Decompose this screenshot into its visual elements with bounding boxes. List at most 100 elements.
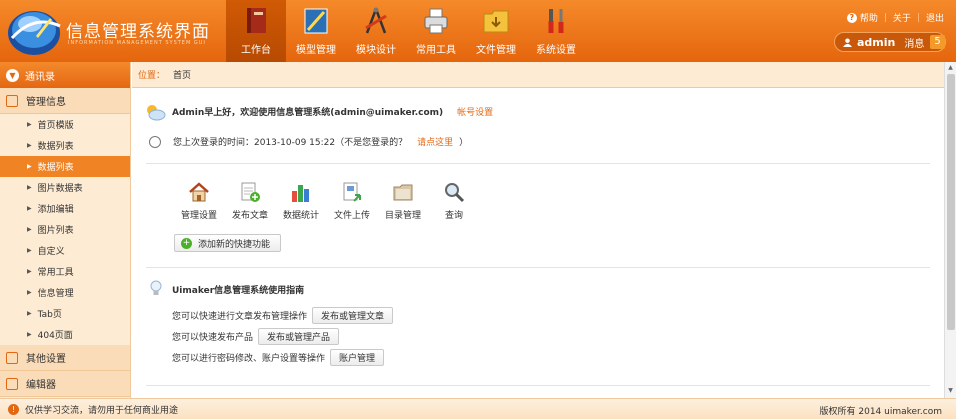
manage-products-button[interactable]: 发布或管理产品 — [258, 328, 340, 345]
sidebar-item-label: 数据列表 — [37, 163, 74, 173]
sidebar-section-management-info[interactable]: 管理信息 — [0, 88, 130, 114]
quick-file-upload[interactable]: 文件上传 — [325, 181, 376, 221]
sidebar-item-info-management[interactable]: ▶ 信息管理 — [0, 282, 130, 303]
add-shortcut-button[interactable]: + 添加新的快捷功能 — [174, 234, 282, 252]
account-management-button[interactable]: 账户管理 — [330, 349, 385, 366]
last-login-row: 您上次登录的时间：2013-10-09 15:22（不是您登录的？ 请点这里 ） — [149, 135, 468, 148]
messages-count-badge[interactable]: 5 — [930, 35, 945, 49]
arrow-right-icon: ▶ — [27, 310, 32, 317]
guide-row-text: 您可以进行密码修改、账户设置等操作 — [172, 354, 326, 364]
arrow-right-icon: ▶ — [27, 247, 32, 254]
top-header: 信息管理系统界面 INFORMATION MANAGEMENT SYSTEM G… — [0, 0, 956, 62]
not-me-link[interactable]: 请点这里 — [417, 135, 453, 148]
messages-label[interactable]: 消息 — [904, 35, 924, 50]
document-add-icon — [241, 182, 260, 202]
weather-sun-cloud-icon — [147, 105, 166, 121]
scrollbar-thumb[interactable] — [947, 74, 955, 330]
last-login-text: 您上次登录的时间：2013-10-09 15:22（不是您登录的？ — [173, 138, 408, 148]
section-label: 其他设置 — [26, 354, 66, 365]
nav-label: 模块设计 — [356, 45, 396, 56]
clock-icon — [149, 135, 161, 148]
help-link[interactable]: 帮助 — [860, 11, 878, 24]
welcome-row: Admin早上好，欢迎使用信息管理系统(admin@uimaker.com) 帐… — [172, 105, 493, 118]
arrow-right-icon: ▶ — [27, 205, 32, 212]
sidebar-header-label: 通讯录 — [25, 71, 55, 83]
file-upload-icon — [343, 182, 361, 202]
sidebar-item-label: 图片数据表 — [37, 184, 83, 194]
quick-label: 发布文章 — [231, 211, 268, 221]
footer: ! 仅供学习交流，请勿用于任何商业用途 版权所有 2014 uimaker.co… — [0, 398, 956, 419]
nav-module-design[interactable]: 模块设计 — [346, 0, 406, 62]
sidebar: ▼ 通讯录 管理信息 ▶ 首页模版 ▶ 数据列表 ▶ 数据列表 ▶ 图片数据表 ▶ 添加编… — [0, 62, 131, 398]
quick-label: 文件上传 — [333, 211, 370, 221]
sidebar-item-404-page[interactable]: ▶ 404页面 — [0, 324, 130, 345]
compass-icon — [365, 7, 387, 34]
quick-data-statistics[interactable]: 数据统计 — [274, 181, 325, 221]
arrow-right-icon: ▶ — [27, 268, 32, 275]
nav-system-settings[interactable]: 系统设置 — [526, 0, 586, 62]
guide-row-text: 您可以快速进行文章发布管理操作 — [172, 312, 308, 322]
last-login-close-paren: ） — [459, 138, 469, 148]
arrow-right-icon: ▶ — [27, 163, 32, 170]
nav-common-tools[interactable]: 常用工具 — [406, 0, 466, 62]
sidebar-item-tab-page[interactable]: ▶ Tab页 — [0, 303, 130, 324]
sidebar-item-label: 数据列表 — [37, 142, 74, 152]
divider — [146, 267, 930, 268]
quick-publish-article[interactable]: 发布文章 — [223, 181, 274, 221]
section-label: 管理信息 — [26, 97, 66, 108]
nav-label: 文件管理 — [476, 45, 516, 56]
top-links: ? 帮助 | 关于 | 退出 — [846, 11, 944, 24]
guide-row-text: 您可以快速发布产品 — [172, 333, 254, 343]
nav-workbench[interactable]: 工作台 — [226, 0, 286, 62]
sidebar-item-image-data-table[interactable]: ▶ 图片数据表 — [0, 177, 130, 198]
scroll-down-arrow-icon[interactable]: ▼ — [945, 387, 956, 396]
sidebar-item-add-edit[interactable]: ▶ 添加编辑 — [0, 198, 130, 219]
scroll-up-arrow-icon[interactable]: ▲ — [945, 64, 956, 73]
quick-label: 目录管理 — [384, 211, 421, 221]
globe-logo-icon — [8, 11, 61, 55]
quick-actions: 管理设置 发布文章 数据统计 文件上传 目录管理 查询 — [172, 181, 478, 221]
section-label: 编辑器 — [26, 380, 56, 391]
nav-file-management[interactable]: 文件管理 — [466, 0, 526, 62]
breadcrumb-current[interactable]: 首页 — [173, 68, 191, 81]
magnifier-icon — [445, 183, 465, 203]
sidebar-item-common-tools[interactable]: ▶ 常用工具 — [0, 261, 130, 282]
sidebar-item-label: 常用工具 — [37, 268, 74, 278]
app-title: 信息管理系统界面 — [66, 22, 210, 42]
manage-articles-button[interactable]: 发布或管理文章 — [312, 307, 394, 324]
tools-icon — [548, 9, 564, 33]
quick-search[interactable]: 查询 — [427, 181, 478, 221]
account-settings-link[interactable]: 帐号设置 — [457, 105, 493, 118]
sidebar-item-data-list[interactable]: ▶ 数据列表 — [0, 135, 130, 156]
home-icon — [189, 182, 209, 202]
bar-chart-icon — [292, 185, 309, 202]
sidebar-item-label: 首页模版 — [37, 121, 74, 131]
username[interactable]: admin — [857, 36, 895, 49]
sidebar-header[interactable]: ▼ 通讯录 — [0, 62, 130, 88]
sidebar-item-home-template[interactable]: ▶ 首页模版 — [0, 114, 130, 135]
sidebar-item-custom[interactable]: ▶ 自定义 — [0, 240, 130, 261]
sidebar-section-editor[interactable]: 编辑器 — [0, 371, 130, 397]
quick-manage-settings[interactable]: 管理设置 — [172, 181, 223, 221]
user-icon — [843, 37, 852, 47]
quick-directory-management[interactable]: 目录管理 — [376, 181, 427, 221]
arrow-right-icon: ▶ — [27, 289, 32, 296]
divider — [146, 163, 930, 164]
sidebar-item-label: 信息管理 — [37, 289, 74, 299]
sidebar-item-image-list[interactable]: ▶ 图片列表 — [0, 219, 130, 240]
logout-link[interactable]: 退出 — [926, 11, 944, 24]
breadcrumb: 位置： 首页 — [132, 62, 944, 88]
arrow-right-icon: ▶ — [27, 331, 32, 338]
sidebar-section-other-settings[interactable]: 其他设置 — [0, 345, 130, 371]
chevron-down-icon: ▼ — [6, 68, 19, 82]
nav-label: 模型管理 — [296, 45, 336, 56]
list-icon — [6, 94, 18, 107]
about-link[interactable]: 关于 — [893, 11, 911, 24]
guide-row-account: 您可以进行密码修改、账户设置等操作 账户管理 — [172, 349, 385, 366]
nav-model-management[interactable]: 模型管理 — [286, 0, 346, 62]
help-icon: ? — [846, 12, 857, 23]
guide-row-product: 您可以快速发布产品 发布或管理产品 — [172, 328, 340, 345]
sidebar-item-data-list-active[interactable]: ▶ 数据列表 — [0, 156, 130, 177]
vertical-scrollbar[interactable]: ▲ ▼ — [944, 62, 956, 398]
arrow-right-icon: ▶ — [27, 226, 32, 233]
